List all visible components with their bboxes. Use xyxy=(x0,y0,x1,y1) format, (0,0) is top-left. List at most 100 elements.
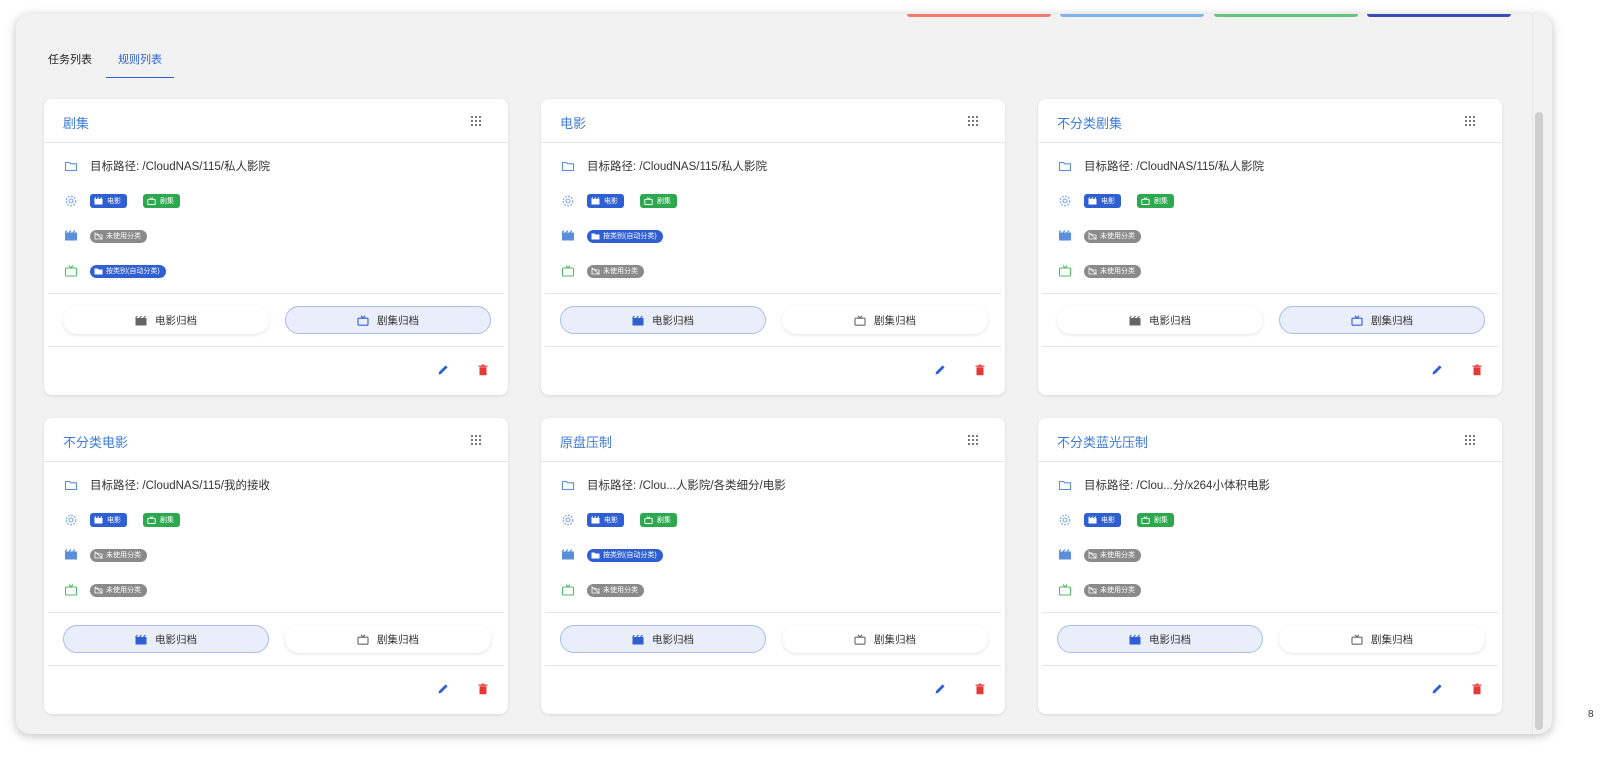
delete-icon[interactable] xyxy=(1470,363,1484,377)
target-path: 目标路径: /CloudNAS/115/我的接收 xyxy=(90,480,271,492)
movie-archive-button[interactable]: 电影归档 xyxy=(1057,306,1263,334)
movie-archive-button[interactable]: 电影归档 xyxy=(560,625,766,653)
target-path: 目标路径: /Clou...人影院/各类细分/电影 xyxy=(587,480,786,492)
delete-icon[interactable] xyxy=(973,363,987,377)
edit-icon[interactable] xyxy=(1430,682,1444,696)
film-icon xyxy=(1058,229,1072,243)
rule-card: 不分类蓝光压制 目标路径: /Clou...分/x264小体积电影 电影 剧集 … xyxy=(1038,418,1502,714)
movie-type-chip: 电影 xyxy=(587,194,624,208)
movie-archive-button[interactable]: 电影归档 xyxy=(63,306,269,334)
divider xyxy=(545,293,1001,294)
movie-category-label: 未使用分类 xyxy=(1100,552,1135,559)
card-title: 不分类剧集 xyxy=(1057,116,1123,131)
divider xyxy=(48,346,504,347)
movie-archive-label: 电影归档 xyxy=(155,633,197,646)
rule-card: 不分类电影 目标路径: /CloudNAS/115/我的接收 电影 剧集 未使用… xyxy=(44,418,508,714)
tv-archive-button[interactable]: 剧集归档 xyxy=(285,625,491,653)
tv-category-label: 未使用分类 xyxy=(1100,268,1135,275)
tv-type-chip: 剧集 xyxy=(143,194,180,208)
movie-type-chip-label: 电影 xyxy=(107,198,121,205)
tv-icon xyxy=(1058,264,1072,278)
movie-category-row: 按类别(自动分类) xyxy=(561,227,663,245)
tv-archive-label: 剧集归档 xyxy=(377,314,419,327)
edit-icon[interactable] xyxy=(933,682,947,696)
tv-type-chip: 剧集 xyxy=(1137,513,1174,527)
gear-icon xyxy=(1058,513,1072,527)
delete-icon[interactable] xyxy=(476,682,490,696)
card-title: 电影 xyxy=(560,116,587,131)
movie-archive-label: 电影归档 xyxy=(155,314,197,327)
movie-category-pill: 未使用分类 xyxy=(1084,548,1141,562)
movie-category-pill: 未使用分类 xyxy=(90,229,147,243)
tv-type-chip: 剧集 xyxy=(1137,194,1174,208)
drag-handle-icon[interactable] xyxy=(1464,115,1476,127)
film-icon xyxy=(632,634,644,645)
card-header: 电影 xyxy=(541,99,1005,143)
divider xyxy=(1042,346,1498,347)
tv-archive-label: 剧集归档 xyxy=(377,633,419,646)
movie-archive-button[interactable]: 电影归档 xyxy=(1057,625,1263,653)
scroll-gutter xyxy=(1532,14,1533,734)
movie-category-pill: 未使用分类 xyxy=(90,548,147,562)
delete-icon[interactable] xyxy=(476,363,490,377)
film-icon xyxy=(1058,548,1072,562)
target-path: 目标路径: /CloudNAS/115/私人影院 xyxy=(90,161,271,173)
tv-type-chip-label: 剧集 xyxy=(160,198,174,205)
tv-archive-label: 剧集归档 xyxy=(1371,314,1413,327)
movie-category-label: 未使用分类 xyxy=(1100,233,1135,240)
rule-card: 原盘压制 目标路径: /Clou...人影院/各类细分/电影 电影 剧集 按类别… xyxy=(541,418,1005,714)
movie-type-chip: 电影 xyxy=(90,194,127,208)
tv-icon xyxy=(357,633,369,645)
movie-type-chip: 电影 xyxy=(1084,513,1121,527)
scrollbar-thumb[interactable] xyxy=(1535,112,1543,730)
movie-category-label: 按类别(自动分类) xyxy=(603,552,657,559)
tab-task-list[interactable]: 任务列表 xyxy=(38,46,102,78)
target-path-row: 目标路径: /Clou...分/x264小体积电影 xyxy=(1058,476,1270,494)
divider xyxy=(48,665,504,666)
drag-handle-icon[interactable] xyxy=(470,115,482,127)
drag-handle-icon[interactable] xyxy=(470,434,482,446)
top-bar-red[interactable] xyxy=(907,14,1051,17)
folder-icon xyxy=(561,159,575,173)
film-icon xyxy=(64,548,78,562)
gear-icon xyxy=(561,194,575,208)
drag-handle-icon[interactable] xyxy=(967,434,979,446)
target-path-row: 目标路径: /CloudNAS/115/私人影院 xyxy=(1058,157,1264,175)
tv-type-chip: 剧集 xyxy=(640,194,677,208)
movie-type-chip-label: 电影 xyxy=(604,517,618,524)
movie-category-row: 按类别(自动分类) xyxy=(561,546,663,564)
card-header: 原盘压制 xyxy=(541,418,1005,462)
tv-category-label: 按类别(自动分类) xyxy=(106,268,160,275)
edit-icon[interactable] xyxy=(933,363,947,377)
edit-icon[interactable] xyxy=(1430,363,1444,377)
movie-archive-button[interactable]: 电影归档 xyxy=(63,625,269,653)
drag-handle-icon[interactable] xyxy=(1464,434,1476,446)
gear-icon xyxy=(64,513,78,527)
film-icon xyxy=(561,229,575,243)
tv-archive-button[interactable]: 剧集归档 xyxy=(285,306,491,334)
edit-icon[interactable] xyxy=(436,682,450,696)
tv-archive-button[interactable]: 剧集归档 xyxy=(782,306,988,334)
corner-glyph: 8 xyxy=(1588,709,1594,720)
card-header: 不分类剧集 xyxy=(1038,99,1502,143)
movie-archive-label: 电影归档 xyxy=(1149,314,1191,327)
rule-card: 不分类剧集 目标路径: /CloudNAS/115/私人影院 电影 剧集 未使用… xyxy=(1038,99,1502,395)
delete-icon[interactable] xyxy=(1470,682,1484,696)
tv-category-row: 按类别(自动分类) xyxy=(64,262,166,280)
tv-archive-button[interactable]: 剧集归档 xyxy=(1279,306,1485,334)
movie-archive-button[interactable]: 电影归档 xyxy=(560,306,766,334)
top-bar-blue[interactable] xyxy=(1060,14,1204,17)
tv-archive-button[interactable]: 剧集归档 xyxy=(1279,625,1485,653)
tv-category-row: 未使用分类 xyxy=(561,262,644,280)
top-bar-green[interactable] xyxy=(1214,14,1358,17)
edit-icon[interactable] xyxy=(436,363,450,377)
tv-category-label: 未使用分类 xyxy=(603,268,638,275)
tab-rule-list[interactable]: 规则列表 xyxy=(106,46,174,78)
drag-handle-icon[interactable] xyxy=(967,115,979,127)
tv-archive-button[interactable]: 剧集归档 xyxy=(782,625,988,653)
delete-icon[interactable] xyxy=(973,682,987,696)
divider xyxy=(1042,612,1498,613)
top-bar-navy[interactable] xyxy=(1367,14,1511,17)
movie-category-row: 未使用分类 xyxy=(64,546,147,564)
target-path-row: 目标路径: /Clou...人影院/各类细分/电影 xyxy=(561,476,786,494)
